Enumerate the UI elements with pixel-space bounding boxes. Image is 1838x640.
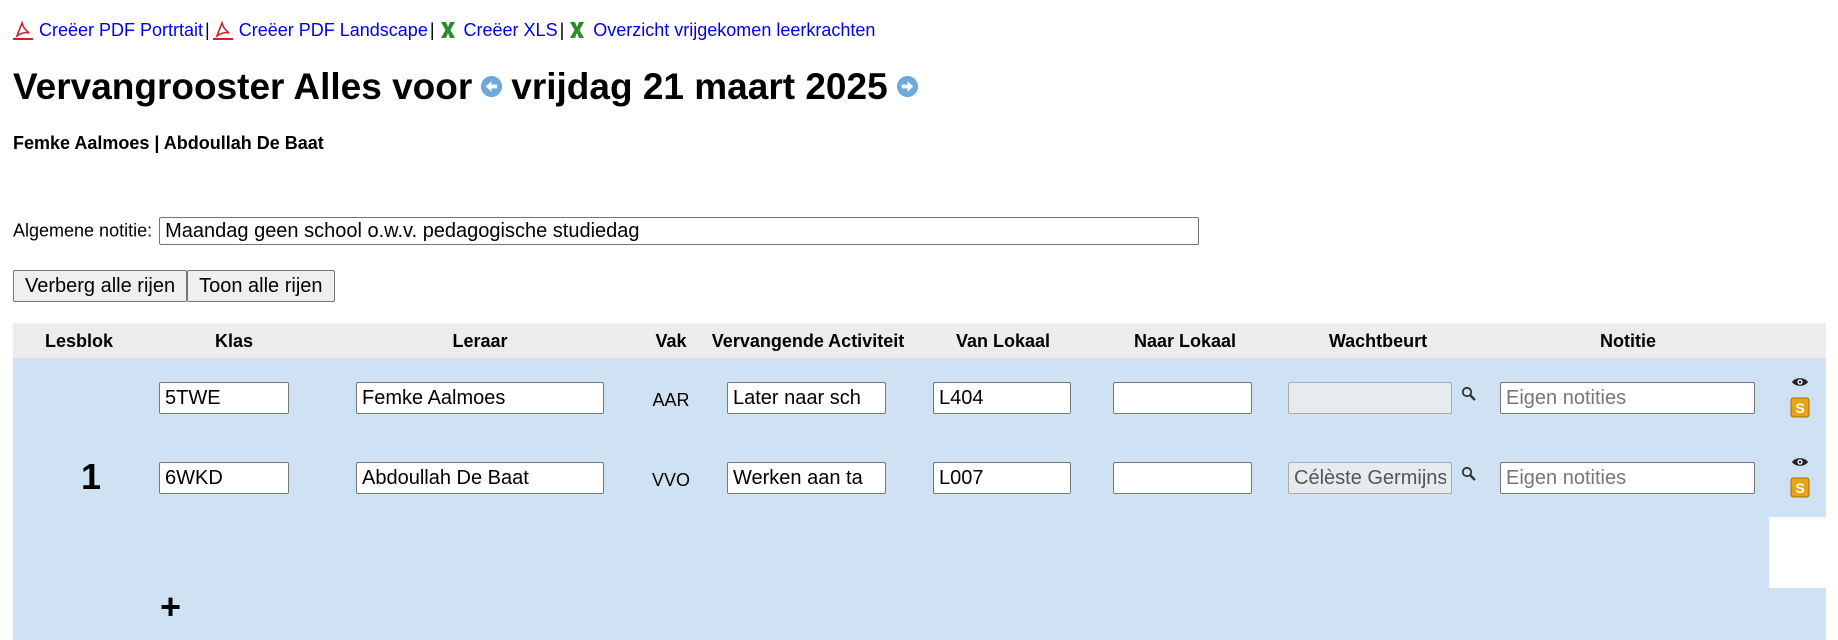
search-icon[interactable] [1461,386,1477,402]
vak-value: VVO [651,470,691,490]
van-lokaal-input[interactable] [933,462,1071,494]
pdf-landscape-label: Creëer PDF Landscape [238,20,428,40]
col-notitie: Notitie [1600,331,1656,351]
col-klas: Klas [214,331,254,351]
overview-link[interactable]: Overzicht vrijgekomen leerkrachten [567,20,875,40]
naar-lokaal-input[interactable] [1113,462,1252,494]
arrow-right-circle-icon[interactable] [896,75,919,98]
svg-text:S: S [1795,480,1804,496]
pdf-portrait-link[interactable]: Creëer PDF Portrtait [13,20,203,40]
general-note-input[interactable] [159,217,1200,245]
separator: | [429,20,435,40]
substitute-icon[interactable]: S [1790,476,1810,498]
absent-teachers: Femke Aalmoes | Abdoullah De Baat [13,133,324,153]
svg-text:S: S [1795,400,1804,416]
activiteit-input[interactable] [727,462,886,494]
title-date: vrijdag 21 maart 2025 [511,66,888,107]
xls-link[interactable]: Creëer XLS [438,20,558,40]
overview-label: Overzicht vrijgekomen leerkrachten [593,20,876,40]
col-activiteit: Vervangende Activiteit [711,331,905,351]
arrow-left-circle-icon[interactable] [480,75,503,98]
search-icon[interactable] [1461,466,1477,482]
general-note-row: Algemene notitie: [13,217,1200,245]
general-note-label: Algemene notitie: [13,220,153,241]
leraar-input[interactable] [356,382,604,414]
pdf-icon [13,20,33,40]
row-toggle-buttons: Verberg alle rijen Toon alle rijen [13,270,335,302]
separator: | [559,20,565,40]
eye-icon[interactable] [1791,456,1809,468]
pdf-portrait-label: Creëer PDF Portrtait [39,20,204,40]
col-naar-lokaal: Naar Lokaal [1133,331,1237,351]
van-lokaal-input[interactable] [933,382,1071,414]
klas-input[interactable] [159,462,289,494]
col-vak: Vak [655,331,687,351]
pdf-icon [212,20,233,40]
activiteit-input[interactable] [727,382,886,414]
wachtbeurt-input[interactable] [1288,462,1452,494]
excel-icon [440,22,455,38]
title-prefix: Vervangrooster Alles voor [13,66,473,107]
table-body: 1 AAR S VVO S + [13,358,1826,640]
col-leraar: Leraar [452,331,508,351]
separator: | [205,20,210,40]
col-wachtbeurt: Wachtbeurt [1328,331,1428,351]
notitie-input[interactable] [1500,382,1755,414]
vak-value: AAR [652,390,690,410]
excel-icon [570,22,585,38]
lesblok-number: 1 [80,456,102,497]
pdf-landscape-link[interactable]: Creëer PDF Landscape [212,20,428,40]
table-header: Lesblok Klas Leraar Vak Vervangende Acti… [13,323,1826,358]
leraar-input[interactable] [356,462,604,494]
col-van-lokaal: Van Lokaal [955,331,1051,351]
wachtbeurt-input[interactable] [1288,382,1452,414]
eye-icon[interactable] [1791,376,1809,388]
naar-lokaal-input[interactable] [1113,382,1252,414]
notitie-input[interactable] [1500,462,1755,494]
page-title: Vervangrooster Alles voor vrijdag 21 maar… [13,66,927,108]
export-links: Creëer PDF Portrtait | Creëer PDF Landscap… [13,20,875,41]
blank-cell [1769,517,1826,588]
substitute-icon[interactable]: S [1790,396,1810,418]
hide-all-rows-button[interactable]: Verberg alle rijen [13,270,188,302]
plus-icon[interactable]: + [160,589,181,625]
col-lesblok: Lesblok [44,331,114,351]
show-all-rows-button[interactable]: Toon alle rijen [187,270,335,302]
klas-input[interactable] [159,382,289,414]
xls-label: Creëer XLS [463,20,558,40]
